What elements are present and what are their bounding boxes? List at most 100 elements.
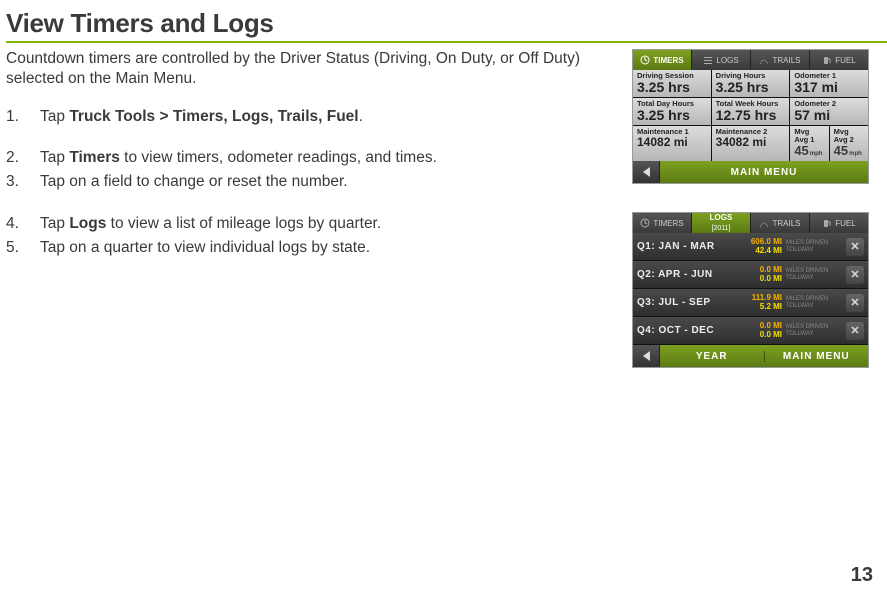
cell-value: 45 <box>794 143 808 158</box>
unit: mph <box>810 151 823 157</box>
step-bold: Timers <box>69 149 120 166</box>
tollway-miles: 42.4 MI <box>736 247 782 255</box>
cell-label: Mvg Avg 1 <box>794 128 824 143</box>
tag: TOLLWAY <box>786 247 842 254</box>
menu-bar: MAIN MENU <box>633 161 868 183</box>
route-icon <box>759 218 769 228</box>
cell-value: 57 mi <box>794 108 864 123</box>
cell-odometer-1[interactable]: Odometer 1317 mi <box>790 70 868 97</box>
log-row-q2[interactable]: Q2: APR - JUN 0.0 MI0.0 MI MILES DRIVENT… <box>633 261 868 289</box>
quarter-label: Q2: APR - JUN <box>637 269 732 280</box>
fuel-icon <box>822 55 832 65</box>
tab-label: TIMERS <box>653 219 683 228</box>
tollway-miles: 5.2 MI <box>736 303 782 311</box>
tab-label: TRAILS <box>772 56 800 65</box>
cell-odometer-2[interactable]: Odometer 257 mi <box>790 98 868 125</box>
instruction-column: Countdown timers are controlled by the D… <box>6 49 612 396</box>
tab-logs[interactable]: LOGS <box>692 50 751 70</box>
tab-timers[interactable]: TIMERS <box>633 213 692 233</box>
tag: MILES DRIVEN <box>786 268 842 275</box>
cell-value: 3.25 hrs <box>637 80 707 95</box>
step-3: Tap on a field to change or reset the nu… <box>6 172 612 192</box>
step-4: Tap Logs to view a list of mileage logs … <box>6 214 612 234</box>
cell-maintenance-1[interactable]: Maintenance 114082 mi <box>633 126 711 161</box>
cell-value: 3.25 hrs <box>716 80 786 95</box>
cell-value: 14082 mi <box>637 136 707 149</box>
tab-timers[interactable]: TIMERS <box>633 50 692 70</box>
tab-label: LOGS <box>710 214 733 222</box>
tab-trails[interactable]: TRAILS <box>751 50 810 70</box>
cell-mvg-avg-2[interactable]: Mvg Avg 245mph <box>830 126 868 161</box>
clock-icon <box>640 218 650 228</box>
log-row-q4[interactable]: Q4: OCT - DEC 0.0 MI0.0 MI MILES DRIVENT… <box>633 317 868 345</box>
clock-icon <box>640 55 650 65</box>
tab-sublabel: [2011] <box>712 225 731 232</box>
delete-button[interactable]: ✕ <box>846 294 864 312</box>
step-text: Tap on a quarter to view individual logs… <box>40 239 370 256</box>
step-text: Tap <box>40 108 69 125</box>
log-row-q1[interactable]: Q1: JAN - MAR 606.0 MI42.4 MI MILES DRIV… <box>633 233 868 261</box>
route-icon <box>759 55 769 65</box>
tab-label: LOGS <box>716 56 738 65</box>
list-icon <box>703 55 713 65</box>
tab-label: TIMERS <box>653 56 683 65</box>
cell-value: 45 <box>834 143 848 158</box>
page-title: View Timers and Logs <box>6 8 887 43</box>
quarter-label: Q4: OCT - DEC <box>637 325 732 336</box>
cell-value: 3.25 hrs <box>637 108 707 123</box>
cell-label: Mvg Avg 2 <box>834 128 864 143</box>
step-text: to view timers, odometer readings, and t… <box>120 149 437 166</box>
page-number: 13 <box>851 564 873 587</box>
tab-label: TRAILS <box>772 219 800 228</box>
log-row-q3[interactable]: Q3: JUL - SEP 111.9 MI5.2 MI MILES DRIVE… <box>633 289 868 317</box>
tollway-miles: 0.0 MI <box>736 275 782 283</box>
step-text: to view a list of mileage logs by quarte… <box>106 215 381 232</box>
tab-label: FUEL <box>835 56 855 65</box>
step-text: Tap <box>40 215 69 232</box>
cell-driving-session[interactable]: Driving Session3.25 hrs <box>633 70 711 97</box>
tab-fuel[interactable]: FUEL <box>810 213 868 233</box>
screenshot-timers: TIMERS LOGS TRAILS FUEL Driving Session3… <box>632 49 869 184</box>
delete-button[interactable]: ✕ <box>846 266 864 284</box>
tab-trails[interactable]: TRAILS <box>751 213 810 233</box>
tab-logs[interactable]: LOGS [2011] <box>692 213 751 233</box>
step-5: Tap on a quarter to view individual logs… <box>6 238 612 258</box>
tab-fuel[interactable]: FUEL <box>810 50 868 70</box>
cell-mvg-avg-1[interactable]: Mvg Avg 145mph <box>790 126 828 161</box>
back-button[interactable] <box>633 345 660 367</box>
quarter-label: Q3: JUL - SEP <box>637 297 732 308</box>
cell-value: 317 mi <box>794 80 864 95</box>
tollway-miles: 0.0 MI <box>736 331 782 339</box>
quarter-label: Q1: JAN - MAR <box>637 241 732 252</box>
tab-label: FUEL <box>835 219 855 228</box>
step-bold: Logs <box>69 215 106 232</box>
step-text: . <box>359 108 363 125</box>
tag: TOLLWAY <box>786 275 842 282</box>
delete-button[interactable]: ✕ <box>846 322 864 340</box>
intro-text: Countdown timers are controlled by the D… <box>6 49 612 89</box>
step-text: Tap <box>40 149 69 166</box>
step-bold: Truck Tools > Timers, Logs, Trails, Fuel <box>69 108 358 125</box>
cell-total-day[interactable]: Total Day Hours3.25 hrs <box>633 98 711 125</box>
step-1: Tap Truck Tools > Timers, Logs, Trails, … <box>6 107 612 127</box>
step-2: Tap Timers to view timers, odometer read… <box>6 148 612 168</box>
delete-button[interactable]: ✕ <box>846 238 864 256</box>
menu-bar: YEAR MAIN MENU <box>633 345 868 367</box>
fuel-icon <box>822 218 832 228</box>
screenshot-logs: TIMERS LOGS [2011] TRAILS FUEL Q1: JAN -… <box>632 212 869 368</box>
cell-averages: Mvg Avg 145mph Mvg Avg 245mph <box>790 126 868 161</box>
main-menu-button[interactable]: MAIN MENU <box>765 351 869 362</box>
cell-total-week[interactable]: Total Week Hours12.75 hrs <box>712 98 790 125</box>
cell-maintenance-2[interactable]: Maintenance 234082 mi <box>712 126 790 161</box>
main-menu-button[interactable]: MAIN MENU <box>660 167 868 178</box>
tag: TOLLWAY <box>786 303 842 310</box>
step-text: Tap on a field to change or reset the nu… <box>40 173 348 190</box>
tag: TOLLWAY <box>786 331 842 338</box>
back-button[interactable] <box>633 161 660 183</box>
year-button[interactable]: YEAR <box>660 351 765 362</box>
tag: MILES DRIVEN <box>786 324 842 331</box>
cell-value: 34082 mi <box>716 136 786 149</box>
tag: MILES DRIVEN <box>786 240 842 247</box>
unit: mph <box>849 151 862 157</box>
cell-driving-hours[interactable]: Driving Hours3.25 hrs <box>712 70 790 97</box>
